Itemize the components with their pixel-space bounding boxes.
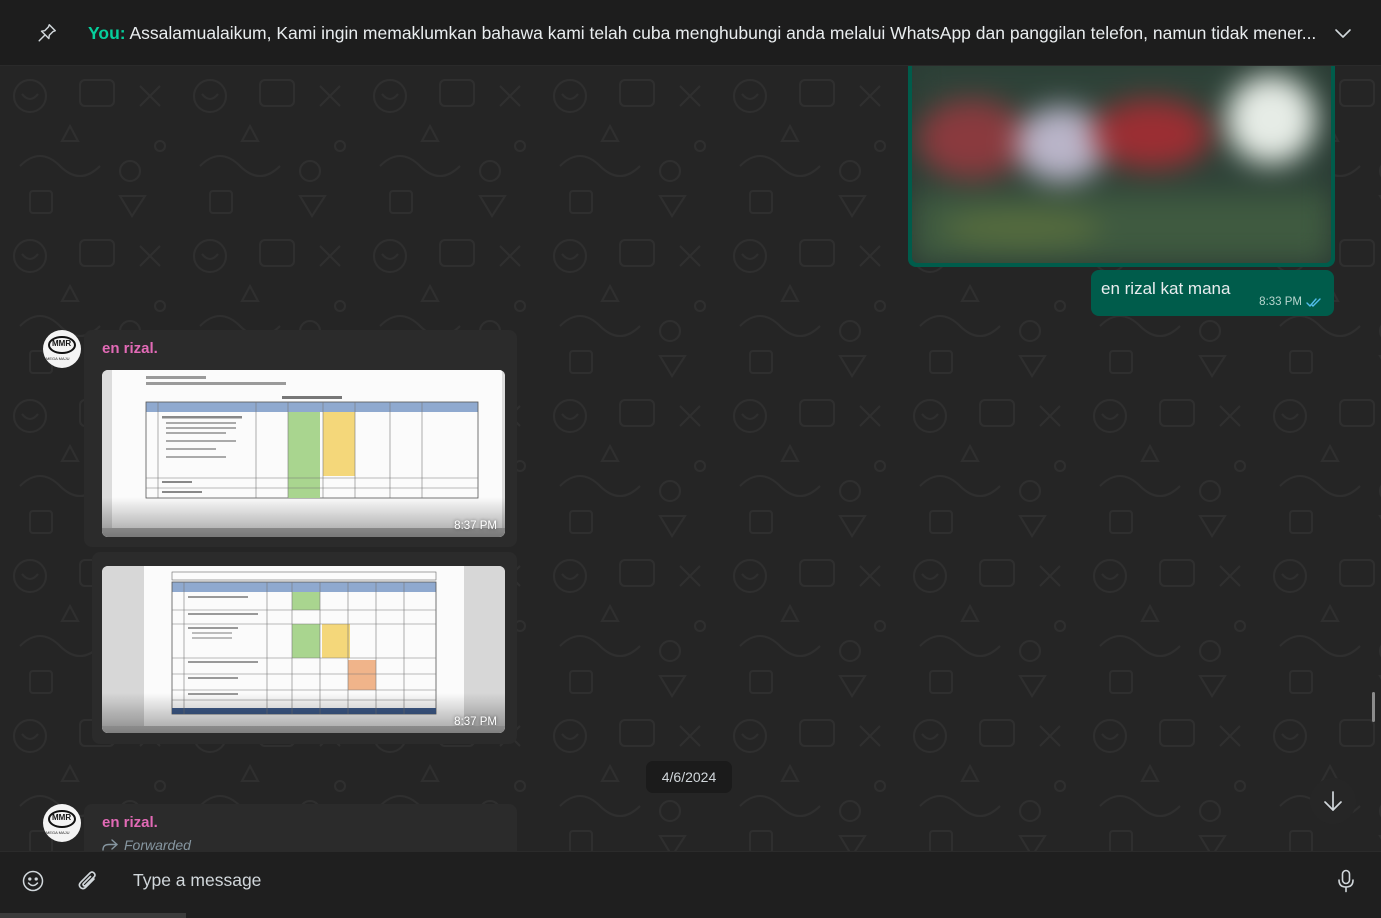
paperclip-icon[interactable] xyxy=(77,869,99,893)
incoming-forwarded-message[interactable]: en rizal. Forwarded xyxy=(84,804,517,851)
emoji-icon[interactable] xyxy=(22,870,44,892)
pinned-body: Assalamualaikum, Kami ingin memaklumkan … xyxy=(129,23,1317,43)
avatar-logo-sub: MEGA MAJU xyxy=(46,830,70,835)
forward-icon xyxy=(102,839,118,851)
avatar[interactable]: MMR MEGA MAJU xyxy=(43,804,81,842)
bottom-progress-bar xyxy=(0,913,186,918)
message-input[interactable] xyxy=(120,862,1300,898)
arrow-down-icon xyxy=(1324,791,1342,811)
document-image[interactable]: 8:37 PM xyxy=(102,370,505,537)
image-shade xyxy=(102,497,505,537)
blurred-image[interactable] xyxy=(912,66,1331,263)
message-time: 8:37 PM xyxy=(454,716,497,728)
forwarded-text: Forwarded xyxy=(124,837,191,851)
image-shade xyxy=(102,693,505,733)
chat-window: You: Assalamualaikum, Kami ingin memaklu… xyxy=(0,0,1381,918)
outgoing-text-message[interactable]: en rizal kat mana 8:33 PM xyxy=(1091,270,1334,316)
sender-name[interactable]: en rizal. xyxy=(102,814,158,831)
double-check-icon xyxy=(1306,297,1321,307)
incoming-image-message[interactable]: 8:37 PM xyxy=(92,552,517,744)
message-meta: 8:33 PM xyxy=(1259,296,1322,308)
document-image[interactable]: 8:37 PM xyxy=(102,566,505,733)
date-separator: 4/6/2024 xyxy=(646,761,732,793)
message-text: en rizal kat mana xyxy=(1101,279,1231,298)
message-composer xyxy=(0,851,1381,918)
pinned-message-banner[interactable]: You: Assalamualaikum, Kami ingin memaklu… xyxy=(0,0,1381,66)
microphone-icon[interactable] xyxy=(1336,869,1356,893)
avatar[interactable]: MMR MEGA MAJU xyxy=(43,330,81,368)
pin-icon xyxy=(38,24,56,42)
message-time: 8:33 PM xyxy=(1259,296,1302,308)
scroll-to-bottom-button[interactable] xyxy=(1310,778,1356,824)
avatar-logo-mark: MMR xyxy=(52,813,72,822)
outgoing-image-message[interactable] xyxy=(908,66,1335,267)
pinned-message-text: You: Assalamualaikum, Kami ingin memaklu… xyxy=(88,23,1318,44)
avatar-logo-sub: MEGA MAJU xyxy=(46,356,70,361)
avatar-logo-mark: MMR xyxy=(52,339,72,348)
forwarded-label: Forwarded xyxy=(102,837,191,851)
scrollbar-thumb[interactable] xyxy=(1372,692,1375,722)
pinned-sender: You: xyxy=(88,23,126,43)
sender-name[interactable]: en rizal. xyxy=(102,340,158,357)
message-list[interactable]: en rizal kat mana 8:33 PM MMR MEGA MAJU … xyxy=(0,66,1381,851)
incoming-image-message[interactable]: en rizal. 8:37 PM xyxy=(84,330,517,547)
chevron-down-icon[interactable] xyxy=(1333,23,1353,43)
message-time: 8:37 PM xyxy=(454,520,497,532)
